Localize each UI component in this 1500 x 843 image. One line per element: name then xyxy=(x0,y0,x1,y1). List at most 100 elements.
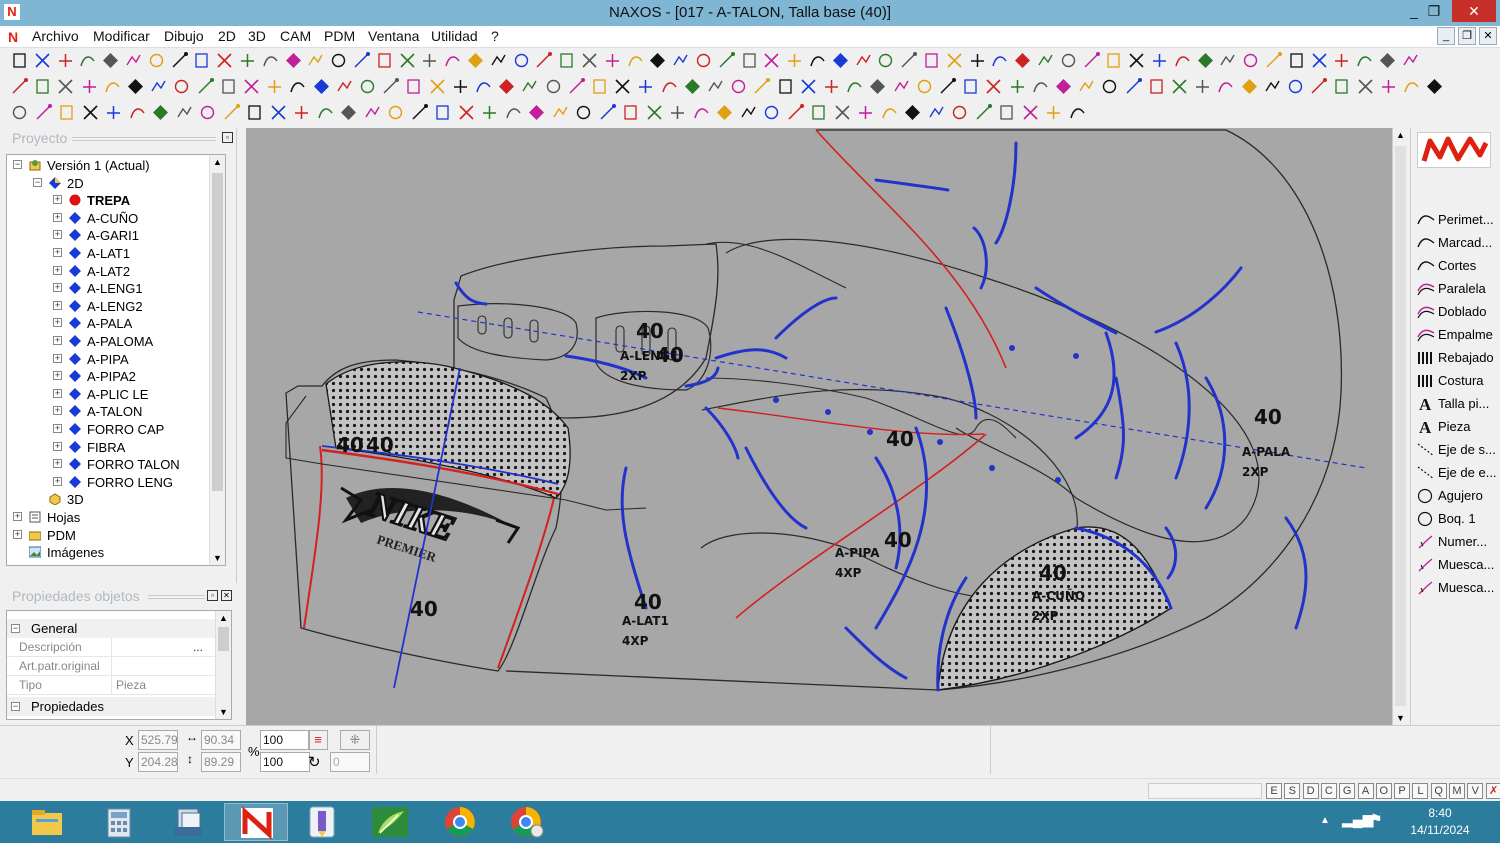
node-icon[interactable] xyxy=(466,51,485,70)
move-icon[interactable]: ⁜ xyxy=(340,730,370,750)
delete-icon[interactable] xyxy=(799,77,818,96)
polyline-tool-icon[interactable] xyxy=(739,103,758,122)
line-tool-icon[interactable] xyxy=(222,103,241,122)
line-tool-icon[interactable] xyxy=(1264,51,1283,70)
tree-item-im-genes[interactable]: Imágenes xyxy=(7,544,211,561)
rectangle-tool-icon[interactable] xyxy=(809,103,828,122)
delete-icon[interactable] xyxy=(1170,77,1189,96)
delete-icon[interactable] xyxy=(613,77,632,96)
circle-tool-icon[interactable] xyxy=(915,77,934,96)
delete-icon[interactable] xyxy=(984,77,1003,96)
delete-icon[interactable] xyxy=(1127,51,1146,70)
delete-icon[interactable] xyxy=(945,51,964,70)
circle-tool-icon[interactable] xyxy=(1100,77,1119,96)
prop-row-art-patr[interactable]: Art.patr.original xyxy=(7,657,215,676)
node-icon[interactable] xyxy=(903,103,922,122)
polyline-tool-icon[interactable] xyxy=(124,51,143,70)
polyline-tool-icon[interactable] xyxy=(149,77,168,96)
circle-tool-icon[interactable] xyxy=(729,77,748,96)
circle-tool-icon[interactable] xyxy=(876,51,895,70)
status-flag-o[interactable]: O xyxy=(1375,783,1392,799)
properties-close-button[interactable]: ✕ xyxy=(221,590,232,601)
circle-tool-icon[interactable] xyxy=(1241,51,1260,70)
prop-row-tipo[interactable]: Tipo Pieza xyxy=(7,676,215,695)
node-icon[interactable] xyxy=(715,103,734,122)
crosshair-icon[interactable] xyxy=(603,51,622,70)
snap-off-icon[interactable]: ✗ xyxy=(1485,783,1500,799)
line-tool-icon[interactable] xyxy=(1309,77,1328,96)
menu-3d[interactable]: 3D xyxy=(248,28,266,44)
curve-tool-icon[interactable] xyxy=(261,51,280,70)
document-icon[interactable]: N xyxy=(8,29,18,45)
node-icon[interactable] xyxy=(151,103,170,122)
network-icon[interactable]: ▂▄▆ xyxy=(1342,811,1373,828)
crosshair-icon[interactable] xyxy=(104,103,123,122)
line-tool-icon[interactable] xyxy=(938,77,957,96)
circle-tool-icon[interactable] xyxy=(386,103,405,122)
crosshair-icon[interactable] xyxy=(1044,103,1063,122)
collapse-icon[interactable]: − xyxy=(33,177,42,187)
line-tool-icon[interactable] xyxy=(717,51,736,70)
delete-icon[interactable] xyxy=(33,51,52,70)
collapse-icon[interactable]: − xyxy=(11,624,20,633)
crosshair-icon[interactable] xyxy=(1193,77,1212,96)
crosshair-icon[interactable] xyxy=(480,103,499,122)
circle-tool-icon[interactable] xyxy=(358,77,377,96)
curve-tool-icon[interactable] xyxy=(692,103,711,122)
expand-icon[interactable]: + xyxy=(53,388,62,398)
expand-icon[interactable]: + xyxy=(53,441,62,451)
menu-modificar[interactable]: Modificar xyxy=(93,28,150,44)
rectangle-tool-icon[interactable] xyxy=(404,77,423,96)
delete-icon[interactable] xyxy=(398,51,417,70)
line-tool-icon[interactable] xyxy=(974,103,993,122)
rectangle-tool-icon[interactable] xyxy=(997,103,1016,122)
line-tool-icon[interactable] xyxy=(752,77,771,96)
status-flag-p[interactable]: P xyxy=(1394,783,1411,799)
menu-pdm[interactable]: PDM xyxy=(324,28,355,44)
scroll-up-icon[interactable]: ▲ xyxy=(219,613,228,623)
properties-dock-button[interactable]: ▫ xyxy=(207,590,218,601)
menu-dibujo[interactable]: Dibujo xyxy=(164,28,204,44)
node-icon[interactable] xyxy=(312,77,331,96)
polyline-tool-icon[interactable] xyxy=(489,51,508,70)
line-tool-icon[interactable] xyxy=(1124,77,1143,96)
tool-marcad[interactable]: Marcad... xyxy=(1417,232,1500,254)
rectangle-tool-icon[interactable] xyxy=(590,77,609,96)
rectangle-tool-icon[interactable] xyxy=(557,51,576,70)
menu-archivo[interactable]: Archivo xyxy=(32,28,79,44)
ellipsis-button[interactable]: ... xyxy=(193,638,203,657)
crosshair-icon[interactable] xyxy=(56,51,75,70)
delete-icon[interactable] xyxy=(428,77,447,96)
status-flag-m[interactable]: M xyxy=(1449,783,1465,799)
line-tool-icon[interactable] xyxy=(352,51,371,70)
crosshair-icon[interactable] xyxy=(451,77,470,96)
height-field[interactable]: 89.29 xyxy=(201,752,241,772)
section-propiedades[interactable]: − Propiedades xyxy=(7,697,215,716)
tool-muesca[interactable]: Muesca... xyxy=(1417,554,1500,576)
tray-expand-icon[interactable]: ▲ xyxy=(1320,815,1330,826)
crosshair-icon[interactable] xyxy=(1008,77,1027,96)
line-tool-icon[interactable] xyxy=(899,51,918,70)
curve-tool-icon[interactable] xyxy=(288,77,307,96)
polyline-tool-icon[interactable] xyxy=(1036,51,1055,70)
prop-row-descripcion[interactable]: Descripción ... xyxy=(7,638,215,657)
tree-scroll-thumb[interactable] xyxy=(212,173,223,491)
leaf-app-icon[interactable] xyxy=(358,803,422,841)
expand-icon[interactable]: + xyxy=(53,248,62,257)
circle-tool-icon[interactable] xyxy=(147,51,166,70)
crosshair-icon[interactable] xyxy=(668,103,687,122)
line-tool-icon[interactable] xyxy=(598,103,617,122)
line-tool-icon[interactable] xyxy=(567,77,586,96)
scale-apply-icon[interactable]: ≡ xyxy=(308,730,328,750)
polyline-tool-icon[interactable] xyxy=(1218,51,1237,70)
node-icon[interactable] xyxy=(868,77,887,96)
flag-icon[interactable]: ⚑ xyxy=(1370,811,1383,828)
collapse-icon[interactable]: − xyxy=(13,160,22,169)
expand-icon[interactable]: + xyxy=(53,476,62,486)
tree-item-a-talon[interactable]: + A-TALON xyxy=(7,403,211,420)
naxos-icon[interactable] xyxy=(224,803,288,841)
tool-eje-de-e[interactable]: Eje de e... xyxy=(1417,462,1500,484)
delete-icon[interactable] xyxy=(1310,51,1329,70)
polyline-tool-icon[interactable] xyxy=(520,77,539,96)
circle-tool-icon[interactable] xyxy=(544,77,563,96)
